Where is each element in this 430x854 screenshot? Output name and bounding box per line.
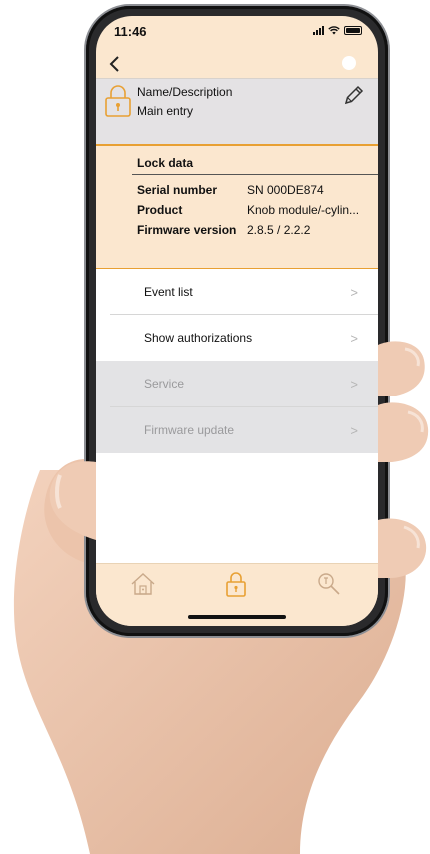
signal-icon	[313, 26, 324, 35]
key-search-icon[interactable]	[315, 570, 343, 598]
firmware-version-row: Firmware version 2.8.5 / 2.2.2	[137, 223, 310, 237]
home-icon[interactable]	[129, 570, 157, 598]
product-row: Product Knob module/-cylin...	[137, 203, 359, 217]
lock-data-divider	[132, 174, 378, 175]
name-description-section: Name/Description Main entry	[96, 78, 378, 145]
product-key: Product	[137, 203, 183, 217]
home-indicator	[188, 615, 286, 619]
firmware-version-value: 2.8.5 / 2.2.2	[247, 223, 311, 237]
nav-indicator-dot	[342, 56, 356, 70]
menu-item-label: Event list	[144, 285, 193, 299]
pencil-icon[interactable]	[342, 83, 366, 107]
nav-bar	[96, 52, 378, 78]
lock-icon	[105, 85, 131, 117]
chevron-right-icon: >	[350, 422, 358, 438]
chevron-right-icon: >	[350, 330, 358, 346]
status-time: 11:46	[114, 24, 147, 39]
status-icons	[313, 26, 362, 35]
serial-number-key: Serial number	[137, 183, 218, 197]
phone-screen: 11:46 Name/Description Main entry Lock d…	[96, 16, 378, 626]
chevron-left-icon[interactable]	[106, 54, 124, 74]
serial-number-row: Serial number SN 000DE874	[137, 183, 324, 197]
tab-bar	[96, 563, 378, 626]
lock-data-section: Lock data Serial number SN 000DE874 Produ…	[96, 144, 378, 271]
menu-item-label: Firmware update	[144, 423, 235, 437]
menu-item-service[interactable]: Service >	[96, 361, 378, 407]
wifi-icon	[328, 26, 340, 35]
serial-number-value: SN 000DE874	[247, 183, 324, 197]
menu-item-label: Service	[144, 377, 185, 391]
menu-item-label: Show authorizations	[144, 331, 253, 345]
battery-icon	[344, 26, 362, 35]
content-blank-area	[96, 453, 378, 563]
menu-item-show-authorizations[interactable]: Show authorizations >	[96, 315, 378, 361]
menu-item-firmware-update[interactable]: Firmware update >	[96, 407, 378, 453]
chevron-right-icon: >	[350, 376, 358, 392]
options-menu: Event list > Show authorizations > Servi…	[96, 269, 378, 453]
product-value: Knob module/-cylin...	[247, 203, 360, 217]
lock-icon[interactable]	[222, 570, 250, 598]
menu-item-event-list[interactable]: Event list >	[96, 269, 378, 315]
chevron-right-icon: >	[350, 284, 358, 300]
firmware-version-key: Firmware version	[137, 223, 237, 237]
name-description-value: Main entry	[137, 104, 194, 118]
lock-data-title: Lock data	[137, 156, 194, 170]
name-description-label: Name/Description	[137, 85, 233, 99]
status-bar: 11:46	[96, 16, 378, 48]
